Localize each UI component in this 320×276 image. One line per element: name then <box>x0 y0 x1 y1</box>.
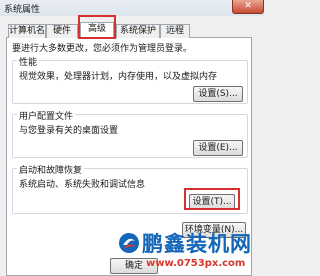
tab-computer-name[interactable]: 计算机名 <box>8 24 46 38</box>
startup-recovery-description: 系统启动、系统失败和调试信息 <box>19 180 146 190</box>
performance-group: 性能 视觉效果，处理器计划，内存使用，以及虚拟内存 设置(S)... <box>12 55 248 104</box>
performance-settings-button[interactable]: 设置(S)... <box>193 86 243 102</box>
watermark-url: www.0753px.com <box>146 258 246 269</box>
watermark-logo-icon <box>119 233 139 253</box>
tab-system-protection[interactable]: 系统保护 <box>116 24 160 38</box>
user-profiles-group: 用户配置文件 与您登录有关的桌面设置 设置(E)... <box>12 109 248 158</box>
tab-hardware[interactable]: 硬件 <box>46 24 78 38</box>
user-profiles-title: 用户配置文件 <box>17 109 76 122</box>
window-title: 系统属性 <box>4 5 41 15</box>
title-bar: 系统属性 ✕ <box>0 0 264 16</box>
close-button[interactable]: ✕ <box>232 0 264 14</box>
settings-button-highlight-box <box>184 188 240 210</box>
performance-title: 性能 <box>17 55 40 68</box>
watermark-text: 鹏鑫装机网 <box>142 232 252 256</box>
user-profiles-description: 与您登录有关的桌面设置 <box>19 126 119 136</box>
tab-highlight-box <box>78 15 116 39</box>
startup-recovery-title: 启动和故障恢复 <box>17 163 85 176</box>
performance-description: 视觉效果，处理器计划，内存使用，以及虚拟内存 <box>19 72 218 82</box>
user-profiles-settings-button[interactable]: 设置(E)... <box>193 140 243 156</box>
admin-note: 要进行大多数更改，您必须作为管理员登录。 <box>12 44 193 54</box>
tab-remote[interactable]: 远程 <box>160 24 190 38</box>
